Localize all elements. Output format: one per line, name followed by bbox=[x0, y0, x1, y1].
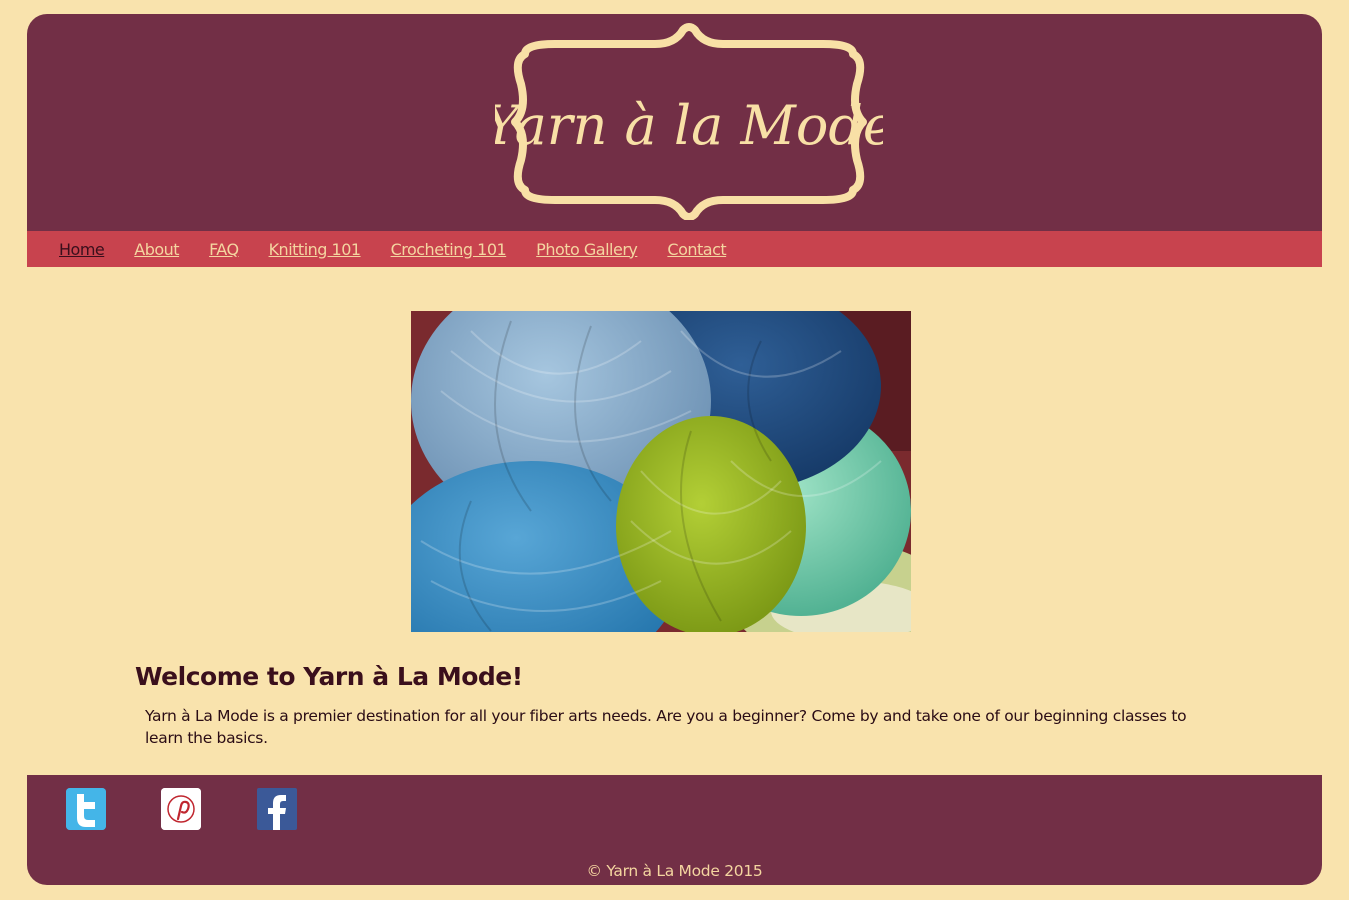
twitter-link[interactable] bbox=[66, 788, 106, 830]
intro-text: Yarn à La Mode is a premier destination … bbox=[145, 707, 1187, 747]
page: Yarn à la Mode Home About FAQ Knitting 1… bbox=[27, 14, 1322, 885]
yarn-balls-photo bbox=[411, 311, 911, 632]
hero-image bbox=[411, 311, 911, 632]
nav-photo-gallery[interactable]: Photo Gallery bbox=[536, 240, 638, 259]
nav-knitting-101[interactable]: Knitting 101 bbox=[269, 240, 362, 259]
facebook-icon bbox=[257, 788, 297, 830]
nav-home[interactable]: Home bbox=[59, 240, 105, 259]
copyright-text: © Yarn à La Mode 2015 bbox=[586, 862, 763, 880]
site-footer: © Yarn à La Mode 2015 bbox=[27, 775, 1322, 885]
logo-frame: Yarn à la Mode bbox=[495, 23, 883, 220]
site-logo[interactable]: Yarn à la Mode bbox=[495, 22, 883, 220]
nav-about[interactable]: About bbox=[134, 240, 179, 259]
pinterest-link[interactable] bbox=[161, 788, 201, 830]
twitter-icon bbox=[66, 788, 106, 830]
main-nav: Home About FAQ Knitting 101 Crocheting 1… bbox=[27, 231, 1322, 267]
nav-contact[interactable]: Contact bbox=[667, 240, 726, 259]
logo-text: Yarn à la Mode bbox=[495, 94, 883, 157]
site-header: Yarn à la Mode bbox=[27, 14, 1322, 231]
nav-faq[interactable]: FAQ bbox=[209, 240, 239, 259]
facebook-link[interactable] bbox=[257, 788, 297, 830]
nav-crocheting-101[interactable]: Crocheting 101 bbox=[391, 240, 507, 259]
pinterest-icon bbox=[161, 788, 201, 830]
welcome-heading: Welcome to Yarn à La Mode! bbox=[135, 662, 523, 691]
